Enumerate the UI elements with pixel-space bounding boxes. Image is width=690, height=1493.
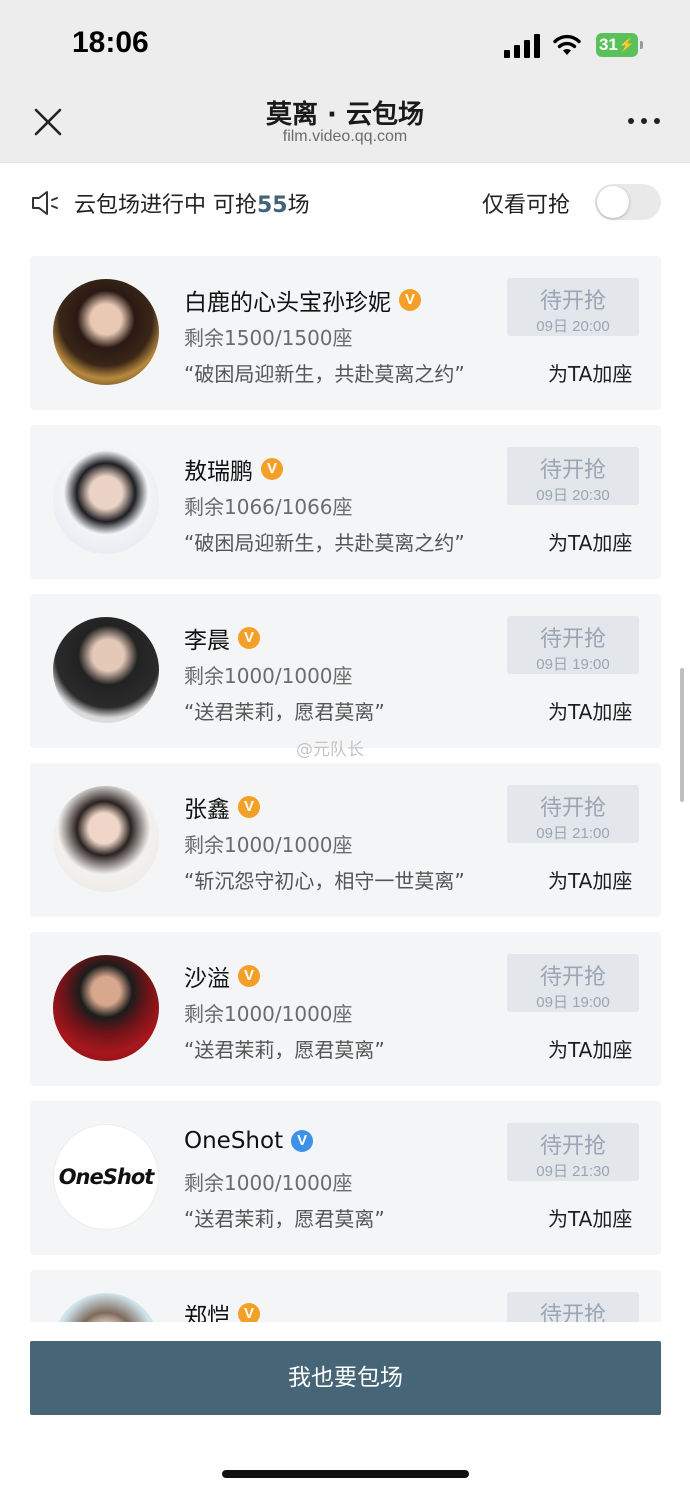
notice-suffix: 场 [287,193,310,218]
speaker-icon [32,191,58,215]
verified-badge-icon: V [261,458,283,480]
avatar [53,786,159,892]
grab-time: 09日 19:00 [536,994,610,1011]
avatar [53,1293,159,1322]
avatar [53,448,159,554]
session-card[interactable]: 敖瑞鹏 V 剩余1066/1066座 “破困局迎新生，共赴莫离之约” 待开抢 09日… [30,425,661,579]
notice-text: 云包场进行中 可抢55场 [74,187,310,219]
verified-badge-icon: V [238,796,260,818]
add-seat-link[interactable]: 为TA加座 [548,1203,632,1232]
avatar: OneShot [53,1124,159,1230]
grab-button[interactable]: 待开抢 09日 19:00 [507,616,639,674]
seats-remaining: 剩余1066/1066座 [184,495,353,519]
slogan: “斩沉怨守初心，相守一世莫离” [184,869,465,893]
session-card[interactable]: 郑恺 V 待开抢 [30,1270,661,1322]
add-seat-link[interactable]: 为TA加座 [548,1034,632,1063]
host-name: 沙溢 [184,966,230,992]
grab-label: 待开抢 [539,289,606,314]
verified-badge-icon: V [238,627,260,649]
slogan: “送君茉莉，愿君莫离” [184,1207,385,1231]
grab-button[interactable]: 待开抢 [507,1292,639,1322]
slogan: “破困局迎新生，共赴莫离之约” [184,531,465,555]
avatar [53,617,159,723]
home-indicator[interactable] [222,1470,469,1478]
cellular-signal-icon [504,34,542,58]
add-seat-link[interactable]: 为TA加座 [548,527,632,556]
slogan: “送君茉莉，愿君莫离” [184,1038,385,1062]
grab-time: 09日 21:30 [536,1163,610,1180]
session-card[interactable]: 沙溢 V 剩余1000/1000座 “送君茉莉，愿君莫离” 待开抢 09日 19:0… [30,932,661,1086]
grab-label: 待开抢 [539,627,606,652]
grab-label: 待开抢 [539,1134,606,1159]
grab-button[interactable]: 待开抢 09日 21:30 [507,1123,639,1181]
notice-prefix: 云包场进行中 可抢 [74,193,257,218]
session-card[interactable]: 白鹿的心头宝孙珍妮 V 剩余1500/1500座 “破困局迎新生，共赴莫离之约” … [30,256,661,410]
host-name-row: 郑恺 V [184,1297,260,1322]
add-seat-link[interactable]: 为TA加座 [548,358,632,387]
grab-time: 09日 19:00 [536,656,610,673]
host-name-row: 敖瑞鹏 V [184,452,283,486]
seats-remaining: 剩余1000/1000座 [184,833,353,857]
grab-label: 待开抢 [539,458,606,483]
page-domain: film.video.qq.com [282,128,408,145]
toggle-knob [597,186,629,218]
slogan: “送君茉莉，愿君莫离” [184,700,385,724]
verified-badge-icon: V [399,289,421,311]
session-card[interactable]: OneShot OneShot V 剩余1000/1000座 “送君茉莉，愿君莫离… [30,1101,661,1255]
verified-badge-icon: V [238,965,260,987]
add-seat-link[interactable]: 为TA加座 [548,865,632,894]
seats-remaining: 剩余1000/1000座 [184,664,353,688]
battery-indicator: 31 ⚡ [596,33,638,57]
grab-label: 待开抢 [539,1303,606,1322]
charging-bolt-icon: ⚡ [618,37,636,52]
scrollbar[interactable] [680,668,684,802]
host-name-row: 白鹿的心头宝孙珍妮 V [184,283,421,317]
grab-button[interactable]: 待开抢 09日 19:00 [507,954,639,1012]
status-time: 18:06 [72,26,149,59]
grab-time: 09日 20:30 [536,487,610,504]
grab-time: 09日 21:00 [536,825,610,842]
oneshot-logo: OneShot [58,1165,155,1189]
grab-button[interactable]: 待开抢 09日 21:00 [507,785,639,843]
seats-remaining: 剩余1000/1000座 [184,1002,353,1026]
seats-remaining: 剩余1000/1000座 [184,1171,353,1195]
host-name: OneShot [184,1128,284,1154]
book-session-button[interactable]: 我也要包场 [30,1341,661,1415]
host-name: 李晨 [184,628,230,654]
session-card[interactable]: 张鑫 V 剩余1000/1000座 “斩沉怨守初心，相守一世莫离” 待开抢 09日 … [30,763,661,917]
host-name-row: 沙溢 V [184,959,260,993]
grab-label: 待开抢 [539,796,606,821]
only-available-toggle[interactable] [595,184,661,220]
grab-time: 09日 20:00 [536,318,610,335]
page-title: 莫离 · 云包场 [266,100,424,130]
host-name: 郑恺 [184,1304,230,1322]
host-name: 张鑫 [184,797,230,823]
verified-badge-icon: V [291,1130,314,1152]
more-options-icon[interactable] [624,112,664,132]
top-bar: 18:06 31 ⚡ 莫离 · 云包场 film.video.qq.com [0,0,690,163]
session-card[interactable]: 李晨 V 剩余1000/1000座 “送君茉莉，愿君莫离” 待开抢 09日 19:0… [30,594,661,748]
battery-tip [640,41,643,49]
filter-label: 仅看可抢 [482,193,571,218]
watermark: @元队长 [296,740,364,760]
notice-bar: 云包场进行中 可抢55场 仅看可抢 [30,184,661,222]
host-name-row: 李晨 V [184,621,260,655]
host-name: 白鹿的心头宝孙珍妮 [184,290,391,316]
available-count: 55 [257,193,288,218]
host-name: 敖瑞鹏 [184,459,253,485]
session-list[interactable]: 白鹿的心头宝孙珍妮 V 剩余1500/1500座 “破困局迎新生，共赴莫离之约” … [30,256,661,1322]
avatar [53,279,159,385]
battery-level: 31 [598,35,618,54]
grab-button[interactable]: 待开抢 09日 20:00 [507,278,639,336]
wifi-icon [553,34,581,55]
verified-badge-icon: V [238,1303,260,1322]
grab-label: 待开抢 [539,965,606,990]
host-name-row: OneShot V [184,1128,314,1154]
seats-remaining: 剩余1500/1500座 [184,326,353,350]
grab-button[interactable]: 待开抢 09日 20:30 [507,447,639,505]
add-seat-link[interactable]: 为TA加座 [548,696,632,725]
host-name-row: 张鑫 V [184,790,260,824]
slogan: “破困局迎新生，共赴莫离之约” [184,362,465,386]
avatar [53,955,159,1061]
